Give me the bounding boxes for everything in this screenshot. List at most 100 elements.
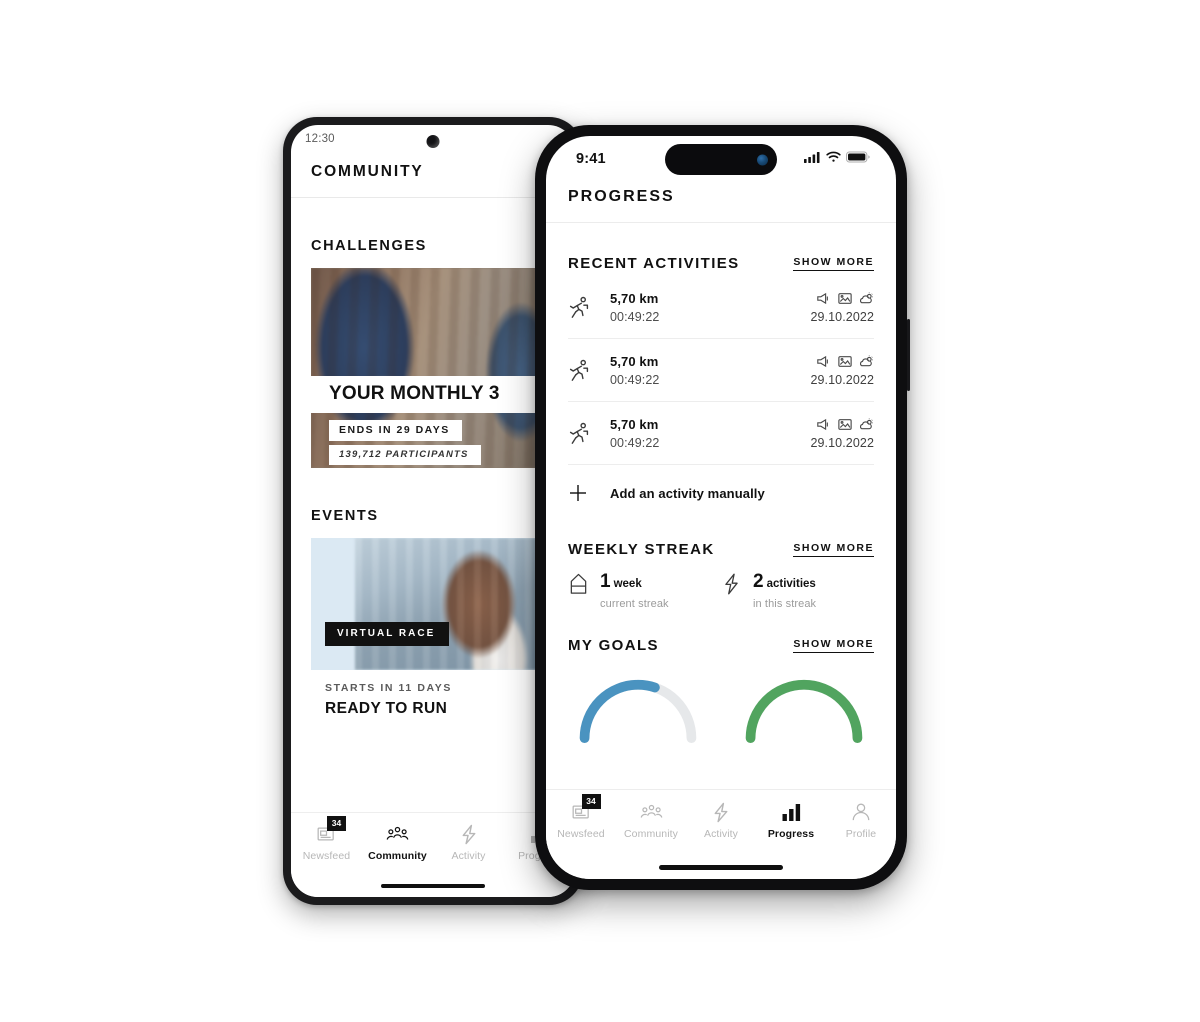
my-goals-gauges (568, 676, 874, 748)
photo-icon (838, 418, 852, 430)
android-screen: 12:30 COMMUNITY CHALLENGES YOUR MONTHLY … (291, 125, 575, 897)
iphone-page-title: PROGRESS (568, 188, 675, 205)
event-name: READY TO RUN (325, 700, 448, 717)
wifi-icon (826, 150, 841, 168)
weather-icon (860, 418, 873, 429)
show-more-my-goals[interactable]: SHOW MORE (793, 638, 874, 653)
activity-distance: 5,70 km (610, 417, 659, 432)
nav-item-activity[interactable]: Activity (686, 801, 756, 840)
nav-item-profile[interactable]: Profile (826, 801, 896, 840)
challenge-ends-in: ENDS IN 29 DAYS (329, 420, 462, 441)
megaphone-icon (817, 418, 828, 430)
nav-label-community: Community (368, 850, 427, 862)
events-section-title: EVENTS (311, 508, 379, 524)
event-card[interactable]: VIRTUAL RACE STARTS IN 11 DAYS READY TO … (311, 538, 555, 738)
goal-gauge-green[interactable] (734, 676, 874, 744)
iphone-app-bar: PROGRESS (546, 182, 896, 223)
streak-current-unit: week (613, 578, 642, 590)
activity-right: 29.10.2022 (810, 292, 874, 324)
activity-duration: 00:49:22 (610, 436, 660, 450)
iphone-bottom-nav[interactable]: 34 Newsfeed Community Activity Progress … (546, 789, 896, 879)
activity-icon (459, 823, 479, 845)
event-photo (355, 538, 555, 670)
android-status-bar: 12:30 (291, 125, 575, 153)
battery-icon (846, 150, 870, 168)
front-camera-icon (757, 154, 768, 165)
screenshot-canvas: 12:30 COMMUNITY CHALLENGES YOUR MONTHLY … (0, 0, 1200, 1022)
iphone-status-bar: 9:41 (546, 136, 896, 182)
streak-current-text: 1 week current streak (600, 572, 669, 610)
activity-right: 29.10.2022 (810, 355, 874, 387)
gauge-track-green (745, 679, 863, 744)
nav-item-community[interactable]: Community (362, 823, 433, 862)
nav-item-activity[interactable]: Activity (433, 823, 504, 862)
android-app-bar: COMMUNITY (291, 153, 575, 198)
streak-activities-value: 2 (753, 571, 764, 592)
running-icon (568, 359, 610, 383)
iphone-side-button[interactable] (907, 319, 910, 391)
weekly-streak-header: WEEKLY STREAK SHOW MORE (568, 541, 874, 558)
streak-cell-activities: 2 activities in this streak (721, 572, 874, 610)
nav-label-activity: Activity (451, 850, 486, 862)
nav-label-newsfeed: Newsfeed (302, 850, 351, 862)
my-goals-header: MY GOALS SHOW MORE (568, 637, 874, 654)
plus-icon (568, 483, 610, 503)
show-more-recent-activities[interactable]: SHOW MORE (793, 256, 874, 271)
progress-icon (781, 801, 802, 823)
activity-date: 29.10.2022 (810, 435, 874, 450)
nav-item-progress[interactable]: Progress (756, 801, 826, 840)
nav-item-community[interactable]: Community (616, 801, 686, 840)
nav-item-newsfeed[interactable]: 34 Newsfeed (546, 794, 616, 840)
newsfeed-icon: 34 (571, 794, 601, 823)
running-icon (568, 296, 610, 320)
android-bottom-nav[interactable]: 34 Newsfeed Community Activity (291, 812, 575, 897)
iphone-home-indicator (659, 865, 783, 870)
bolt-icon (721, 572, 742, 601)
nav-label-profile: Profile (845, 828, 877, 840)
event-meta: STARTS IN 11 DAYS READY TO RUN (311, 670, 555, 738)
megaphone-icon (817, 292, 828, 304)
challenge-title: YOUR MONTHLY 3 (329, 383, 500, 404)
nav-label-newsfeed: Newsfeed (557, 828, 605, 840)
activity-tag-icons (810, 418, 874, 431)
android-status-time: 12:30 (305, 133, 335, 145)
gauge-progress-blue (579, 679, 697, 744)
recent-activities-title: RECENT ACTIVITIES (568, 255, 740, 272)
activity-main: 5,70 km 00:49:22 (610, 291, 810, 324)
community-icon (640, 801, 663, 823)
goal-gauge-blue[interactable] (568, 676, 708, 744)
event-tag-badge: VIRTUAL RACE (325, 622, 450, 646)
add-activity-manually-button[interactable]: Add an activity manually (568, 465, 874, 509)
newsfeed-badge: 34 (327, 816, 346, 831)
weekly-streak-title: WEEKLY STREAK (568, 541, 715, 558)
activity-row[interactable]: 5,70 km 00:49:22 29.10.2022 (568, 339, 874, 402)
streak-arrow-icon (568, 572, 589, 601)
activity-row[interactable]: 5,70 km 00:49:22 29.10.2022 (568, 276, 874, 339)
weather-icon (860, 292, 873, 303)
community-icon (386, 823, 409, 845)
weekly-streak-stats: 1 week current streak 2 activities in th… (568, 572, 874, 610)
iphone-frame: 9:41 PROGRESS RECENT ACTIVITIES SHOW MOR… (535, 125, 910, 890)
activity-row[interactable]: 5,70 km 00:49:22 29.10.2022 (568, 402, 874, 465)
iphone-content: RECENT ACTIVITIES SHOW MORE 5,70 km 00:4… (546, 255, 896, 748)
activity-date: 29.10.2022 (810, 372, 874, 387)
nav-item-newsfeed[interactable]: 34 Newsfeed (291, 816, 362, 862)
android-front-camera-icon (426, 135, 440, 148)
activity-main: 5,70 km 00:49:22 (610, 354, 810, 387)
running-icon (568, 422, 610, 446)
android-page-title: COMMUNITY (311, 163, 424, 180)
iphone-screen: 9:41 PROGRESS RECENT ACTIVITIES SHOW MOR… (546, 136, 896, 879)
photo-icon (838, 292, 852, 304)
show-more-weekly-streak[interactable]: SHOW MORE (793, 542, 874, 557)
android-home-indicator (381, 884, 485, 888)
activity-icon (711, 801, 731, 823)
challenge-card[interactable]: YOUR MONTHLY 3 ENDS IN 29 DAYS 139,712 P… (311, 268, 555, 468)
activity-main: 5,70 km 00:49:22 (610, 417, 810, 450)
iphone-status-time: 9:41 (576, 151, 606, 167)
recent-activities-header: RECENT ACTIVITIES SHOW MORE (568, 255, 874, 272)
activity-right: 29.10.2022 (810, 418, 874, 450)
activity-tag-icons (810, 292, 874, 305)
megaphone-icon (817, 355, 828, 367)
streak-activities-text: 2 activities in this streak (753, 572, 816, 610)
photo-icon (838, 355, 852, 367)
